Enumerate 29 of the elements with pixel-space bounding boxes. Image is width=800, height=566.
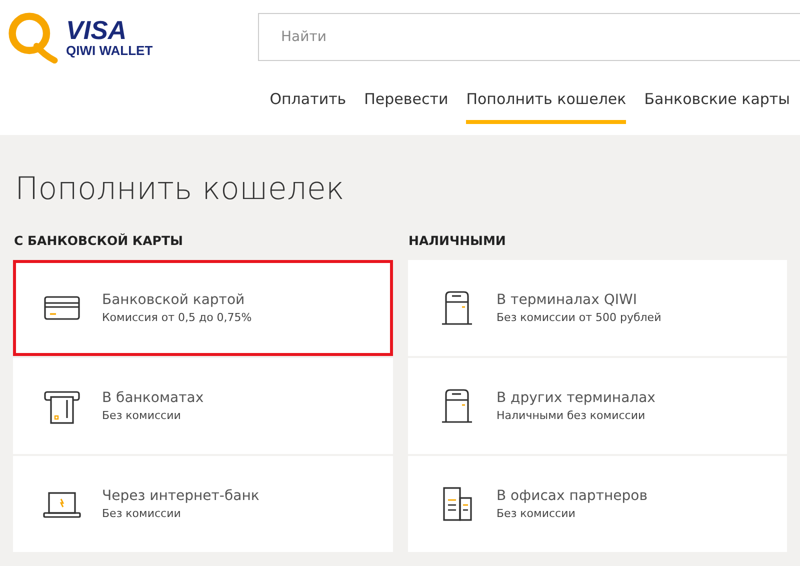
payment-option[interactable]: В терминалах QIWI Без комиссии от 500 рублей <box>408 260 787 356</box>
nav-tab[interactable]: Пополнить кошелек <box>466 82 626 124</box>
q-logo-icon <box>6 10 60 64</box>
nav-tab[interactable]: Оплатить <box>270 82 346 124</box>
option-title: Через интернет-банк <box>102 488 260 504</box>
option-title: В терминалах QIWI <box>496 292 638 308</box>
option-title: В офисах партнеров <box>496 488 648 504</box>
section-heading: С БАНКОВСКОЙ КАРТЫ <box>14 233 184 248</box>
payment-option[interactable]: В других терминалах Наличными без комиссии <box>408 358 787 454</box>
option-title: В банкоматах <box>102 390 204 406</box>
option-title: В других терминалах <box>496 390 656 406</box>
payment-option[interactable]: В банкоматах Без комиссии <box>13 358 392 454</box>
nav-tab[interactable]: Банковские карты <box>644 82 790 124</box>
payment-option[interactable]: Банковской картой Комиссия от 0,5 до 0,75% <box>13 260 392 356</box>
logo-product: QIWI WALLET <box>66 42 153 58</box>
option-title: Банковской картой <box>102 292 246 308</box>
option-subtitle: Без комиссии <box>102 409 182 422</box>
search-field[interactable]: Найти <box>258 13 800 61</box>
payment-option[interactable]: Через интернет-банк Без комиссии <box>13 456 392 552</box>
page-title: Пополнить кошелек <box>15 171 346 207</box>
payment-option[interactable]: В офисах партнеров Без комиссии <box>408 456 787 552</box>
option-subtitle: Без комиссии от 500 рублей <box>496 311 662 324</box>
option-subtitle: Наличными без комиссии <box>496 409 646 422</box>
section-heading: НАЛИЧНЫМИ <box>408 233 507 248</box>
logo-brand: VISA <box>66 16 128 42</box>
option-subtitle: Без комиссии <box>496 507 576 520</box>
option-subtitle: Без комиссии <box>102 507 182 520</box>
nav-tab[interactable]: Перевести <box>364 82 448 124</box>
option-subtitle: Комиссия от 0,5 до 0,75% <box>102 311 252 324</box>
